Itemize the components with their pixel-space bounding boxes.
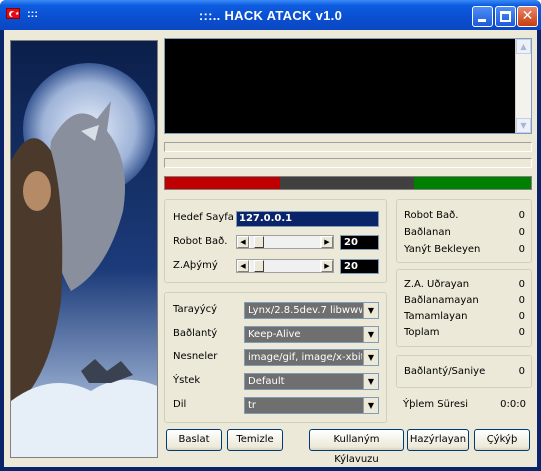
close-button[interactable]: ✕ (517, 6, 538, 27)
slider-right-icon[interactable]: ▶ (321, 236, 333, 248)
window-title: :::.. HACK ATACK v1.0 (198, 8, 343, 23)
status-gray-segment (280, 177, 414, 189)
timeout-slider-thumb[interactable] (254, 260, 264, 272)
robot-count-field[interactable]: 20 (340, 235, 379, 250)
start-button[interactable]: Baslat (166, 429, 222, 451)
robot-slider-thumb[interactable] (254, 236, 264, 248)
stat-value: 0 (518, 227, 525, 238)
stat-value: 0 (518, 244, 525, 255)
language-select[interactable]: tr ▼ (244, 397, 379, 414)
timeout-slider[interactable]: ◀ ▶ (236, 259, 334, 273)
progress-bar-2 (164, 158, 532, 168)
language-label: Dil (173, 399, 187, 410)
target-input[interactable]: 127.0.0.1 (236, 211, 379, 227)
chevron-down-icon[interactable]: ▼ (363, 327, 378, 342)
exit-button[interactable]: Çýkýþ (474, 429, 530, 451)
console-scrollbar[interactable]: ▲ ▼ (515, 39, 531, 133)
slider-left-icon[interactable]: ◀ (237, 236, 249, 248)
slider-left-icon[interactable]: ◀ (237, 260, 249, 272)
minimize-icon (478, 19, 486, 22)
stat-label: Z.A. Uðrayan (404, 279, 470, 290)
title-bar[interactable]: ★ ::: :::.. HACK ATACK v1.0 ✕ (0, 0, 541, 30)
browser-select[interactable]: Lynx/2.8.5dev.7 libwww ▼ (244, 302, 379, 319)
slider-right-icon[interactable]: ▶ (321, 260, 333, 272)
scroll-down-icon[interactable]: ▼ (516, 118, 531, 133)
progress-bar-1 (164, 142, 532, 152)
connection-select[interactable]: Keep-Alive ▼ (244, 326, 379, 343)
rate-value: 0 (518, 366, 525, 377)
user-guide-button[interactable]: Kullaným Kýlavuzu (309, 429, 404, 465)
chevron-down-icon[interactable]: ▼ (363, 350, 378, 365)
output-console[interactable]: ▲ ▼ (164, 38, 532, 134)
scroll-up-icon[interactable]: ▲ (516, 39, 531, 54)
stat-value: 0 (518, 311, 525, 322)
result-stats-group: Z.A. Uðrayan 0 Baðlanamayan 0 Tamamlayan… (396, 269, 532, 347)
rate-group: Baðlantý/Saniye 0 (396, 355, 532, 388)
author-button[interactable]: Hazýrlayan (407, 429, 469, 451)
stat-label: Tamamlayan (404, 311, 468, 322)
status-green-segment (414, 177, 531, 189)
target-label: Hedef Sayfa (173, 212, 234, 223)
stat-label: Baðlanamayan (404, 295, 479, 306)
objects-label: Nesneler (173, 351, 218, 362)
chevron-down-icon[interactable]: ▼ (363, 374, 378, 389)
close-icon: ✕ (521, 8, 534, 24)
elapsed-label: Ýþlem Süresi (403, 399, 469, 410)
chevron-down-icon[interactable]: ▼ (363, 303, 378, 318)
stat-label: Robot Bað. (404, 210, 459, 221)
minimize-button[interactable] (472, 6, 493, 27)
stat-value: 0 (518, 327, 525, 338)
stat-label: Baðlanan (404, 227, 451, 238)
maximize-button[interactable] (495, 6, 516, 27)
connection-label: Baðlantý (173, 328, 218, 339)
request-select[interactable]: Default ▼ (244, 373, 379, 390)
elapsed-group: Ýþlem Süresi 0:0:0 (396, 393, 532, 421)
stat-label: Toplam (404, 327, 440, 338)
status-color-bar (164, 176, 532, 190)
stat-label: Yanýt Bekleyen (404, 244, 481, 255)
objects-select[interactable]: image/gif, image/x-xbitm ▼ (244, 349, 379, 366)
status-red-segment (165, 177, 280, 189)
window-frame (0, 467, 541, 471)
clear-button[interactable]: Temizle (227, 429, 283, 451)
browser-label: Tarayýcý (173, 304, 218, 315)
rate-label: Baðlantý/Saniye (404, 366, 486, 377)
request-label: Ýstek (173, 375, 201, 386)
robot-slider[interactable]: ◀ ▶ (236, 235, 334, 249)
timeout-label: Z.Aþýmý (173, 260, 218, 271)
robot-label: Robot Bað. (173, 236, 228, 247)
target-settings-group: Hedef Sayfa 127.0.0.1 Robot Bað. ◀ ▶ 20 … (164, 199, 387, 283)
chevron-down-icon[interactable]: ▼ (363, 398, 378, 413)
timeout-field[interactable]: 20 (340, 259, 379, 274)
elapsed-value: 0:0:0 (500, 399, 526, 410)
stat-value: 0 (518, 295, 525, 306)
wolf-moon-artwork (10, 40, 158, 458)
http-headers-group: Tarayýcý Lynx/2.8.5dev.7 libwww ▼ Baðlan… (164, 292, 387, 423)
connection-stats-group: Robot Bað. 0 Baðlanan 0 Yanýt Bekleyen 0 (396, 199, 532, 263)
stat-value: 0 (518, 279, 525, 290)
maximize-icon (500, 11, 511, 22)
stat-value: 0 (518, 210, 525, 221)
